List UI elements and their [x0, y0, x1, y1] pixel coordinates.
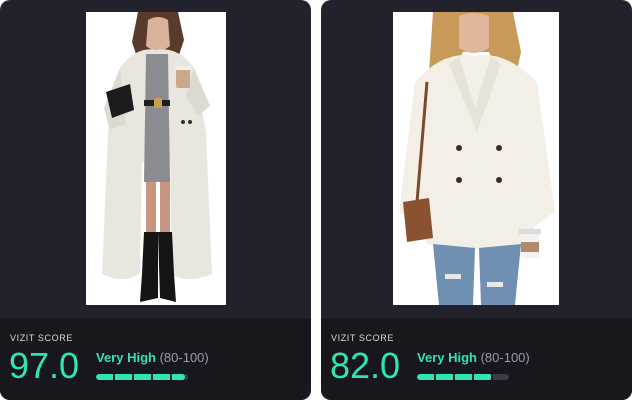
bar-divider [151, 374, 153, 380]
score-panel: VIZIT SCORE 82.0 Very High (80-100) [321, 318, 632, 400]
score-label: VIZIT SCORE [10, 333, 73, 343]
bar-divider [434, 374, 436, 380]
range-label: (80-100) [159, 350, 209, 365]
score-progress-bar [417, 374, 509, 380]
long-teddy-coat-photo [86, 12, 226, 305]
product-card-short-coat[interactable]: VIZIT SCORE 82.0 Very High (80-100) [321, 0, 632, 400]
bar-divider [132, 374, 134, 380]
product-image-short-coat[interactable] [393, 12, 559, 305]
score-panel: VIZIT SCORE 97.0 Very High (80-100) [0, 318, 311, 400]
product-card-long-coat[interactable]: VIZIT SCORE 97.0 Very High (80-100) [0, 0, 311, 400]
level-label: Very High [417, 350, 477, 365]
score-value: 82.0 [330, 345, 401, 386]
score-level: Very High (80-100) [96, 350, 209, 365]
bar-divider [113, 374, 115, 380]
level-label: Very High [96, 350, 156, 365]
bar-divider [472, 374, 474, 380]
score-progress-bar [96, 374, 188, 380]
short-teddy-coat-photo [393, 12, 559, 305]
score-level: Very High (80-100) [417, 350, 530, 365]
product-image-long-coat[interactable] [86, 12, 226, 305]
bar-divider [491, 374, 493, 380]
score-label: VIZIT SCORE [331, 333, 394, 343]
score-value: 97.0 [9, 345, 80, 386]
range-label: (80-100) [480, 350, 530, 365]
bar-divider [453, 374, 455, 380]
bar-divider [170, 374, 172, 380]
